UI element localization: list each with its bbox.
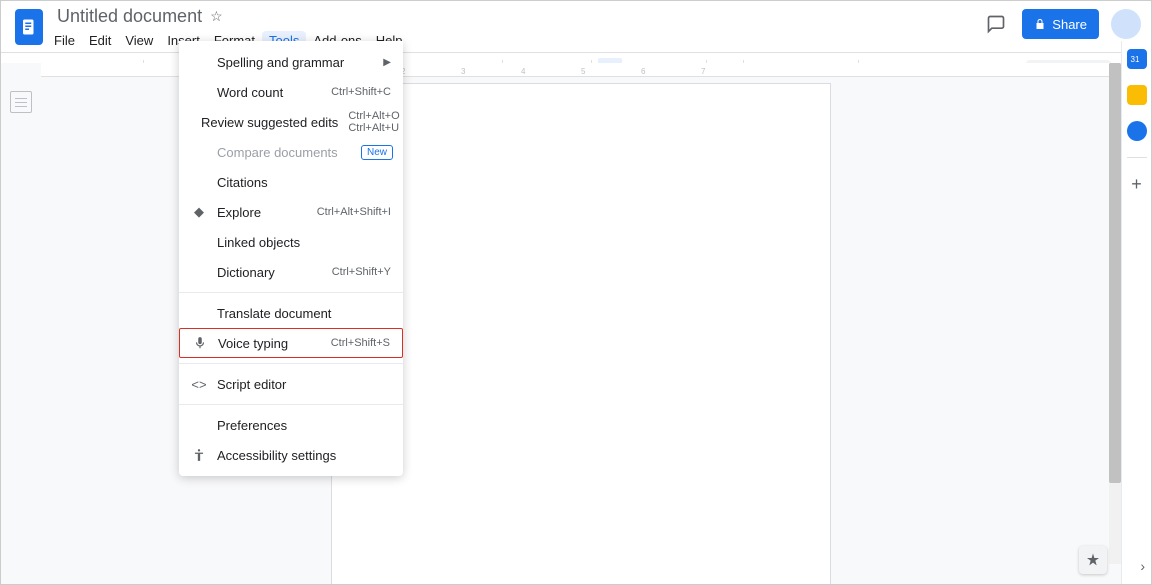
menu-item-voice-typing[interactable]: Voice typing Ctrl+Shift+S xyxy=(179,328,403,358)
menu-item-translate[interactable]: Translate document xyxy=(179,298,403,328)
menu-view[interactable]: View xyxy=(118,31,160,50)
menu-edit[interactable]: Edit xyxy=(82,31,118,50)
keep-icon[interactable] xyxy=(1127,85,1147,105)
docs-logo[interactable] xyxy=(15,9,43,45)
menu-item-spelling[interactable]: Spelling and grammar ▶ xyxy=(179,47,403,77)
document-page[interactable] xyxy=(331,83,831,584)
menu-item-accessibility[interactable]: Accessibility settings xyxy=(179,440,403,470)
document-outline-icon[interactable] xyxy=(10,91,32,113)
submenu-arrow-icon: ▶ xyxy=(383,57,391,68)
microphone-icon xyxy=(192,336,208,350)
vertical-scrollbar[interactable] xyxy=(1109,63,1121,564)
explore-icon: ◆ xyxy=(191,204,207,220)
scrollbar-thumb[interactable] xyxy=(1109,63,1121,483)
explore-fab[interactable] xyxy=(1079,546,1107,574)
calendar-icon[interactable] xyxy=(1127,49,1147,69)
menu-item-dictionary[interactable]: Dictionary Ctrl+Shift+Y xyxy=(179,257,403,287)
menu-item-preferences[interactable]: Preferences xyxy=(179,410,403,440)
addons-plus-icon[interactable]: + xyxy=(1131,174,1142,195)
menu-item-compare: Compare documents New xyxy=(179,137,403,167)
menu-item-word-count[interactable]: Word count Ctrl+Shift+C xyxy=(179,77,403,107)
menu-item-script-editor[interactable]: <> Script editor xyxy=(179,369,403,399)
accessibility-icon xyxy=(191,448,207,462)
share-label: Share xyxy=(1052,17,1087,32)
tasks-icon[interactable] xyxy=(1127,121,1147,141)
menu-item-citations[interactable]: Citations xyxy=(179,167,403,197)
star-icon[interactable]: ☆ xyxy=(210,8,223,25)
tools-menu-dropdown: Spelling and grammar ▶ Word count Ctrl+S… xyxy=(179,41,403,476)
side-panel: + xyxy=(1121,41,1151,584)
menu-file[interactable]: File xyxy=(47,31,82,50)
menu-item-review-edits[interactable]: Review suggested edits Ctrl+Alt+O Ctrl+A… xyxy=(179,107,403,137)
comments-icon[interactable] xyxy=(982,10,1010,38)
menu-item-explore[interactable]: ◆ Explore Ctrl+Alt+Shift+I xyxy=(179,197,403,227)
code-icon: <> xyxy=(191,377,207,392)
menu-item-linked-objects[interactable]: Linked objects xyxy=(179,227,403,257)
share-button[interactable]: Share xyxy=(1022,9,1099,39)
hide-side-panel-icon[interactable]: › xyxy=(1140,558,1145,574)
new-badge: New xyxy=(361,145,393,160)
account-avatar[interactable] xyxy=(1111,9,1141,39)
document-title[interactable]: Untitled document xyxy=(57,6,202,27)
